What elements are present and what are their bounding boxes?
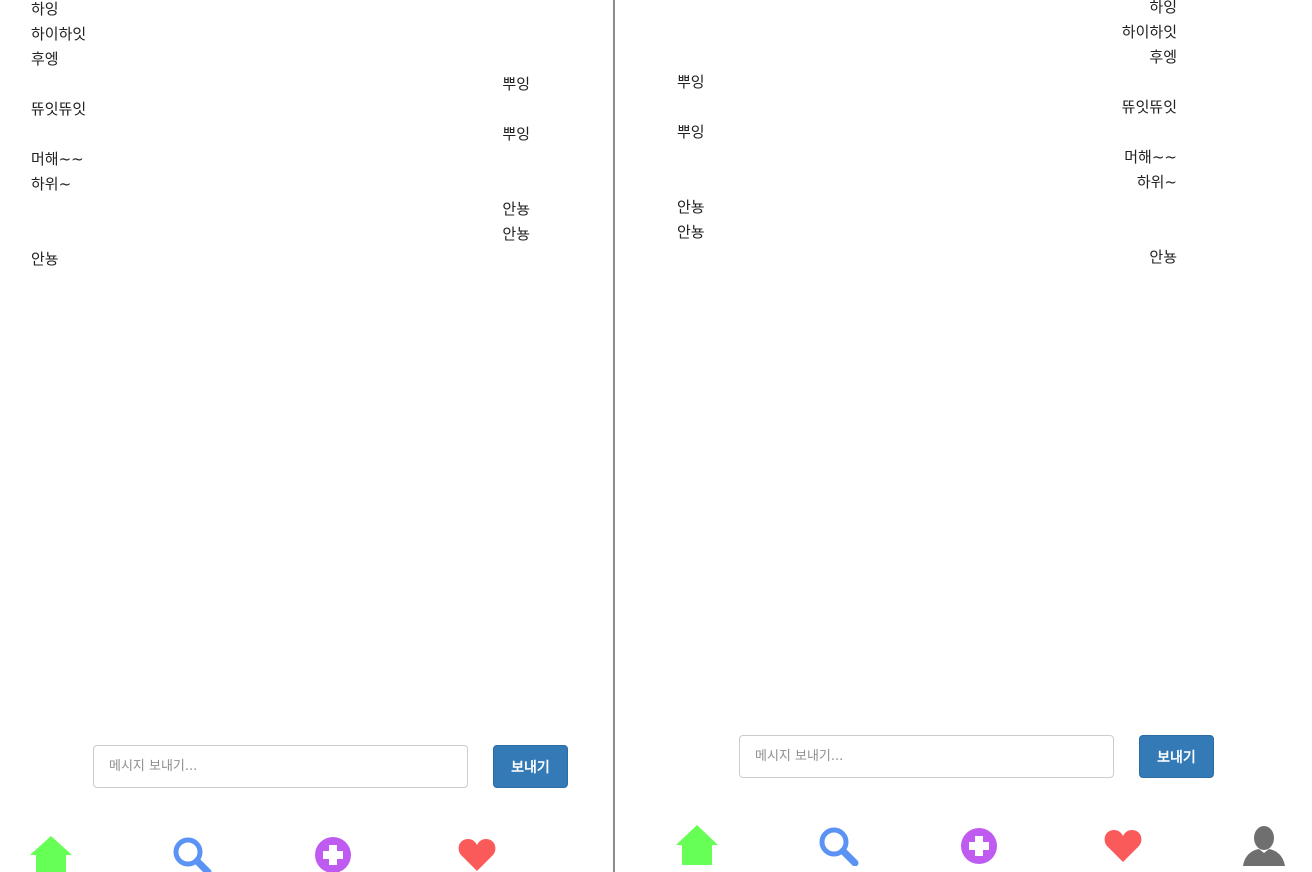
send-button[interactable]: 보내기 [1139,735,1214,778]
search-icon[interactable] [818,826,860,866]
message: 하위~ [1136,173,1177,191]
home-icon[interactable] [30,836,72,872]
message-composer: 보내기 [0,745,613,789]
add-icon[interactable] [960,827,998,865]
message: 안뇽 [502,225,530,243]
message: 안뇽 [502,200,530,218]
send-button[interactable]: 보내기 [493,745,568,788]
message: 하잉 [1149,0,1177,16]
message: 뿌잉 [502,125,530,143]
add-icon[interactable] [314,836,354,872]
message: 후엥 [31,50,59,68]
heart-icon[interactable] [458,838,496,872]
message: 머해~~ [1124,148,1177,166]
message: 후엥 [1149,48,1177,66]
message: 안뇽 [677,223,705,241]
message: 뜌잇뜌잇 [1121,98,1177,116]
message-composer: 보내기 [615,735,1312,779]
message-input[interactable] [93,745,468,788]
message: 하위~ [31,175,72,193]
heart-icon[interactable] [1104,829,1142,863]
message: 하잉 [31,0,59,18]
message: 머해~~ [31,150,84,168]
chat-pane-left: 하잉 하이하잇 후엥 뿌잉 뜌잇뜌잇 뿌잉 머해~~ 하위~ 안뇽 안뇽 안뇽 … [0,0,613,872]
message: 하이하잇 [1121,23,1177,41]
message-input[interactable] [739,735,1114,778]
message: 하이하잇 [31,25,87,43]
chat-pane-right: 하잉 하이하잇 후엥 뿌잉 뜌잇뜌잇 뿌잉 머해~~ 하위~ 안뇽 안뇽 안뇽 … [615,0,1312,872]
home-icon[interactable] [676,825,718,865]
message: 뿌잉 [677,73,705,91]
message: 안뇽 [677,198,705,216]
message: 안뇽 [31,250,59,268]
message: 뜌잇뜌잇 [31,100,87,118]
profile-icon[interactable] [1243,826,1285,866]
search-icon[interactable] [172,836,214,872]
message: 안뇽 [1149,248,1177,266]
message: 뿌잉 [502,75,530,93]
message: 뿌잉 [677,123,705,141]
